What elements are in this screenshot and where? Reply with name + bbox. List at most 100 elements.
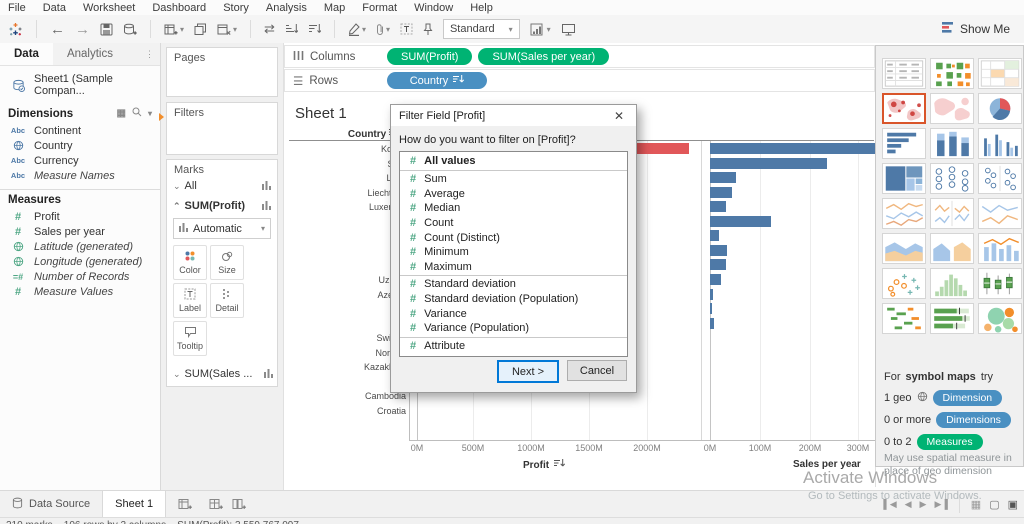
datasource-item[interactable]: Sheet1 (Sample Compan... [0, 66, 160, 103]
measure-measure-values[interactable]: #Measure Values [0, 284, 160, 299]
show-me-thumb-area-discrete[interactable] [930, 233, 974, 264]
row-label[interactable]: M [284, 231, 406, 241]
dimension-country[interactable]: Country [0, 138, 160, 153]
tableau-logo-icon[interactable] [8, 22, 23, 37]
filter-option-standard-deviation[interactable]: #Standard deviation [400, 277, 627, 292]
row-label[interactable]: Kazakhsta [284, 362, 406, 372]
filter-option-variance-population-[interactable]: #Variance (Population) [400, 321, 627, 336]
menu-window[interactable]: Window [414, 2, 453, 14]
close-icon[interactable]: ✕ [610, 109, 628, 123]
filters-card[interactable]: Filters [166, 102, 278, 155]
tooltip-button[interactable]: Tooltip [173, 321, 207, 356]
new-dashboard-tab-button[interactable] [205, 491, 228, 517]
bar-sales[interactable] [710, 274, 721, 285]
save-button[interactable] [100, 23, 113, 36]
new-worksheet-tab-button[interactable] [166, 491, 205, 517]
row-label[interactable]: Switzer [284, 333, 406, 343]
filter-option-standard-deviation-population-[interactable]: #Standard deviation (Population) [400, 292, 627, 307]
bar-sales[interactable] [710, 289, 713, 300]
row-label[interactable]: Lithu [284, 173, 406, 183]
menu-file[interactable]: File [8, 2, 26, 14]
fix-axes-button[interactable] [423, 23, 433, 36]
swap-rows-columns-button[interactable]: ⇄ [264, 21, 275, 37]
menu-story[interactable]: Story [223, 2, 249, 14]
rows-shelf[interactable]: ☰Rows Country [284, 69, 875, 92]
row-label[interactable]: Po [284, 319, 406, 329]
color-button[interactable]: Color [173, 245, 207, 280]
new-story-tab-button[interactable] [228, 491, 251, 517]
row-label[interactable]: S [284, 260, 406, 270]
filter-option-minimum[interactable]: #Minimum [400, 245, 627, 260]
pill-sum-sales-per-year-[interactable]: SUM(Sales per year) [478, 48, 609, 65]
fit-button[interactable]: ▾ [530, 23, 551, 36]
show-me-thumb-circle-views[interactable] [930, 163, 974, 194]
filter-option-median[interactable]: #Median [400, 201, 627, 216]
show-me-thumb-packed-bubbles[interactable] [978, 303, 1022, 334]
view-as-icon[interactable]: ▦ [117, 108, 126, 119]
search-icon[interactable] [132, 107, 142, 120]
clear-sheet-button[interactable]: ▾ [217, 23, 237, 36]
mark-type-dropdown[interactable]: Automatic ▾ [173, 218, 271, 239]
show-me-thumb-highlight-table[interactable] [978, 58, 1022, 89]
undo-button[interactable]: ← [50, 21, 65, 38]
tab-data[interactable]: Data [0, 43, 53, 65]
next-button[interactable]: Next > [497, 360, 559, 383]
show-me-thumb-dual-lines[interactable] [978, 198, 1022, 229]
measure-longitude-generated-[interactable]: Longitude (generated) [0, 254, 160, 269]
measure-sales-per-year[interactable]: #Sales per year [0, 224, 160, 239]
row-label[interactable]: Liechtens [284, 188, 406, 198]
row-label[interactable]: Croatia [284, 406, 406, 416]
show-me-thumb-gantt[interactable] [882, 303, 926, 334]
label-button[interactable]: Label [173, 283, 207, 318]
filter-option-all-values[interactable]: #All values [400, 152, 627, 169]
row-label[interactable]: Cambodia [284, 391, 406, 401]
show-me-thumb-stacked-bars[interactable] [930, 128, 974, 159]
show-me-thumb-bullet-graph[interactable] [930, 303, 974, 334]
bar-sales[interactable] [710, 259, 726, 270]
show-me-thumb-lines-continuous[interactable] [882, 198, 926, 229]
show-me-thumb-dual-combination[interactable] [978, 233, 1022, 264]
measure-profit[interactable]: #Profit [0, 209, 160, 224]
mark-labels-button[interactable] [400, 23, 413, 35]
show-me-thumb-filled-map[interactable] [930, 93, 974, 124]
dimension-measure-names[interactable]: AbcMeasure Names [0, 168, 160, 183]
sort-ascending-button[interactable] [285, 23, 298, 35]
show-me-thumb-box-and-whisker[interactable] [978, 268, 1022, 299]
data-source-tab[interactable]: Data Source [0, 491, 102, 517]
show-me-thumb-heat-map[interactable] [930, 58, 974, 89]
show-me-thumb-area-continuous[interactable] [882, 233, 926, 264]
menu-dashboard[interactable]: Dashboard [152, 2, 206, 14]
new-worksheet-button[interactable]: ▾ [164, 23, 184, 36]
dimension-currency[interactable]: AbcCurrency [0, 153, 160, 168]
menu-format[interactable]: Format [362, 2, 397, 14]
menu-analysis[interactable]: Analysis [266, 2, 307, 14]
marks-sum-sales-row[interactable]: ⌄SUM(Sales ... [167, 364, 279, 384]
show-me-thumb-treemap[interactable] [882, 163, 926, 194]
chevron-down-icon[interactable]: ▾ [148, 109, 152, 118]
filter-option-count-distinct-[interactable]: #Count (Distinct) [400, 230, 627, 245]
country-column-header[interactable]: Country [284, 128, 400, 140]
show-me-thumb-side-by-side-circles[interactable] [978, 163, 1022, 194]
tab-analytics[interactable]: Analytics [53, 43, 127, 65]
filter-option-variance[interactable]: #Variance [400, 306, 627, 321]
pane-pin-icon[interactable]: ⋮ [145, 49, 160, 60]
marks-card[interactable]: Marks ⌄All ⌃SUM(Profit) Automatic ▾ Colo… [166, 159, 278, 387]
menu-data[interactable]: Data [43, 2, 66, 14]
bar-sales[interactable] [710, 216, 771, 227]
row-label[interactable]: Uzbeki [284, 275, 406, 285]
measure-number-of-records[interactable]: =#Number of Records [0, 269, 160, 284]
show-tabs-icon[interactable]: ▢ [989, 498, 999, 511]
pill-country[interactable]: Country [387, 72, 487, 89]
show-me-thumb-symbol-map[interactable] [882, 93, 926, 124]
show-me-thumb-text-table[interactable] [882, 58, 926, 89]
show-me-thumb-side-by-side-bars[interactable] [978, 128, 1022, 159]
row-label[interactable]: Kosov [284, 144, 406, 154]
sort-descending-button[interactable] [308, 23, 321, 35]
menu-help[interactable]: Help [470, 2, 493, 14]
detail-button[interactable]: Detail [210, 283, 244, 318]
show-me-thumb-pie-chart[interactable] [978, 93, 1022, 124]
pages-card[interactable]: Pages [166, 47, 278, 97]
dialog-title-bar[interactable]: Filter Field [Profit] ✕ [391, 105, 636, 126]
filter-option-attribute[interactable]: #Attribute [400, 339, 627, 354]
row-label[interactable]: S [284, 217, 406, 227]
